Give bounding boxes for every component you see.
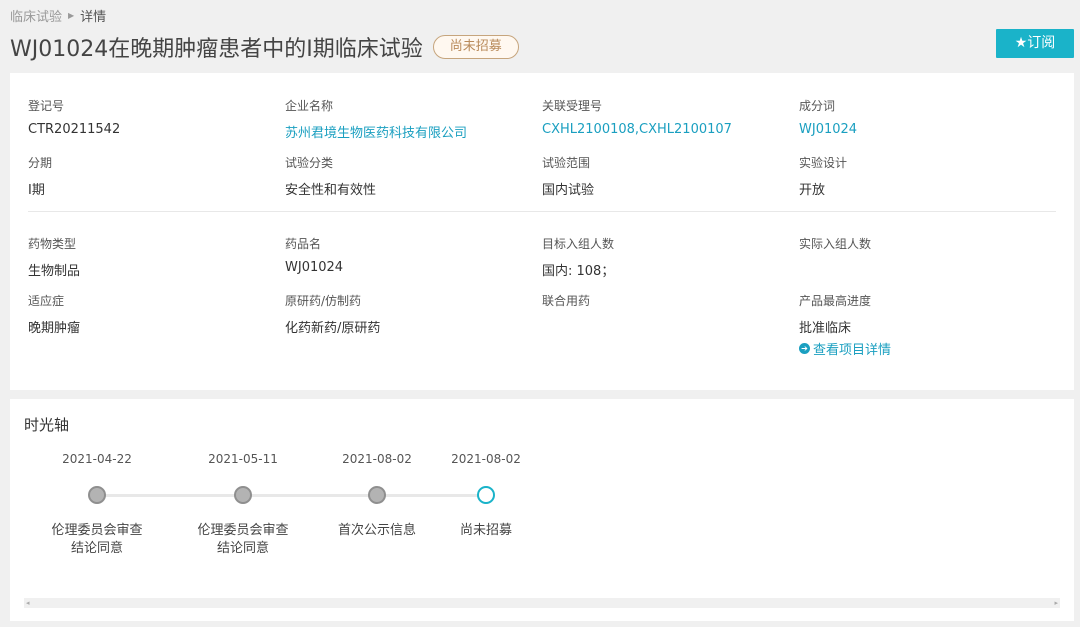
field-target-enroll: 目标入组人数 国内: 108； — [542, 235, 614, 279]
field-label: 试验范围 — [542, 156, 591, 170]
field-accept-no: 关联受理号 CXHL2100108,CXHL2100107 — [542, 97, 732, 137]
timeline-event: 2021-04-22 — [27, 452, 167, 466]
page-header: 临床试验 ▶ 详情 WJ01024在晚期肿瘤患者中的I期临床试验 尚未招募 ★订… — [0, 0, 1080, 70]
timeline-label: 结论同意 — [216, 541, 269, 556]
field-combo: 联合用药 — [542, 292, 590, 317]
scroll-left-icon[interactable]: ◂ — [26, 598, 30, 608]
field-label: 登记号 — [28, 99, 65, 113]
timeline-event-text: 伦理委员会审查 结论同意 — [27, 522, 167, 558]
title-row: WJ01024在晚期肿瘤患者中的I期临床试验 尚未招募 — [10, 31, 519, 63]
field-label: 分期 — [28, 156, 53, 170]
field-value: 开放 — [799, 183, 826, 198]
field-drug-name: 药品名 WJ01024 — [285, 235, 343, 275]
field-label: 原研药/仿制药 — [285, 294, 362, 308]
field-indication: 适应症 晚期肿瘤 — [28, 292, 80, 336]
timeline-title: 时光轴 — [24, 416, 70, 434]
field-value: 国内: 108； — [542, 264, 615, 279]
breadcrumb-link-clinical-trials[interactable]: 临床试验 — [10, 6, 62, 25]
section-divider — [28, 211, 1056, 212]
field-label: 产品最高进度 — [799, 294, 872, 308]
arrow-right-circle-icon: ➔ — [799, 343, 810, 354]
timeline-label: 结论同意 — [70, 541, 123, 556]
view-project-details-link[interactable]: ➔ 查看项目详情 — [799, 339, 891, 358]
field-value: 晚期肿瘤 — [28, 321, 81, 336]
breadcrumb-current: 详情 — [80, 10, 107, 25]
field-category: 试验分类 安全性和有效性 — [285, 154, 376, 198]
field-design: 实验设计 开放 — [799, 154, 847, 198]
field-label: 药品名 — [285, 237, 322, 251]
timeline-track — [97, 494, 487, 497]
field-label: 药物类型 — [28, 237, 77, 251]
view-project-details-label: 查看项目详情 — [813, 343, 892, 358]
field-label: 试验分类 — [285, 156, 334, 170]
timeline-dot — [88, 486, 106, 504]
field-reg-no: 登记号 CTR20211542 — [28, 97, 120, 137]
field-label: 关联受理号 — [542, 99, 603, 113]
timeline-dot — [234, 486, 252, 504]
field-label: 适应症 — [28, 294, 65, 308]
breadcrumb-separator-icon: ▶ — [68, 11, 75, 20]
field-label: 联合用药 — [542, 294, 591, 308]
field-value: CTR20211542 — [28, 122, 121, 137]
field-value: 化药新药/原研药 — [285, 321, 381, 336]
field-origin: 原研药/仿制药 化药新药/原研药 — [285, 292, 380, 336]
field-ingredient: 成分词 WJ01024 — [799, 97, 857, 137]
field-company: 企业名称 苏州君境生物医药科技有限公司 — [285, 97, 467, 141]
timeline-date: 2021-05-11 — [208, 452, 278, 466]
timeline-label: 伦理委员会审查 — [197, 523, 289, 538]
field-progress: 产品最高进度 批准临床 ➔ 查看项目详情 — [799, 292, 891, 358]
timeline-label: 尚未招募 — [459, 523, 512, 538]
field-value: 生物制品 — [28, 264, 81, 279]
field-label: 实验设计 — [799, 156, 848, 170]
company-link[interactable]: 苏州君境生物医药科技有限公司 — [285, 122, 467, 141]
field-value: WJ01024 — [285, 260, 344, 275]
field-value: 安全性和有效性 — [285, 183, 377, 198]
timeline-event-text: 尚未招募 — [416, 522, 556, 540]
timeline-date: 2021-08-02 — [451, 452, 521, 466]
subscribe-button[interactable]: ★订阅 — [996, 29, 1074, 58]
breadcrumb: 临床试验 ▶ 详情 — [10, 6, 106, 25]
timeline-card: 时光轴 2021-04-22 伦理委员会审查 结论同意 2021-05-11 伦… — [10, 399, 1074, 621]
status-badge: 尚未招募 — [432, 35, 519, 59]
field-label: 企业名称 — [285, 99, 334, 113]
page-title: WJ01024在晚期肿瘤患者中的I期临床试验 — [10, 37, 423, 62]
field-drug-type: 药物类型 生物制品 — [28, 235, 80, 279]
accept-no-link[interactable]: CXHL2100108,CXHL2100107 — [542, 122, 732, 137]
field-value: 批准临床 — [799, 321, 852, 336]
field-phase: 分期 I期 — [28, 154, 52, 198]
field-label: 成分词 — [799, 99, 836, 113]
ingredient-link[interactable]: WJ01024 — [799, 122, 857, 137]
timeline-event: 2021-08-02 — [416, 452, 556, 466]
field-scope: 试验范围 国内试验 — [542, 154, 594, 198]
trial-info-card: 登记号 CTR20211542 企业名称 苏州君境生物医药科技有限公司 关联受理… — [10, 73, 1074, 390]
field-actual-enroll: 实际入组人数 — [799, 235, 871, 260]
timeline-dot — [368, 486, 386, 504]
timeline-event: 2021-05-11 — [173, 452, 313, 466]
timeline-date: 2021-04-22 — [62, 452, 132, 466]
timeline-dot-current — [477, 486, 495, 504]
field-value: I期 — [28, 183, 45, 198]
field-label: 实际入组人数 — [799, 237, 872, 251]
timeline-event-text: 伦理委员会审查 结论同意 — [173, 522, 313, 558]
scroll-right-icon[interactable]: ▸ — [1054, 598, 1058, 608]
field-label: 目标入组人数 — [542, 237, 615, 251]
horizontal-scrollbar[interactable]: ◂ ▸ — [24, 598, 1060, 608]
timeline-label: 伦理委员会审查 — [51, 523, 143, 538]
field-value: 国内试验 — [542, 183, 595, 198]
